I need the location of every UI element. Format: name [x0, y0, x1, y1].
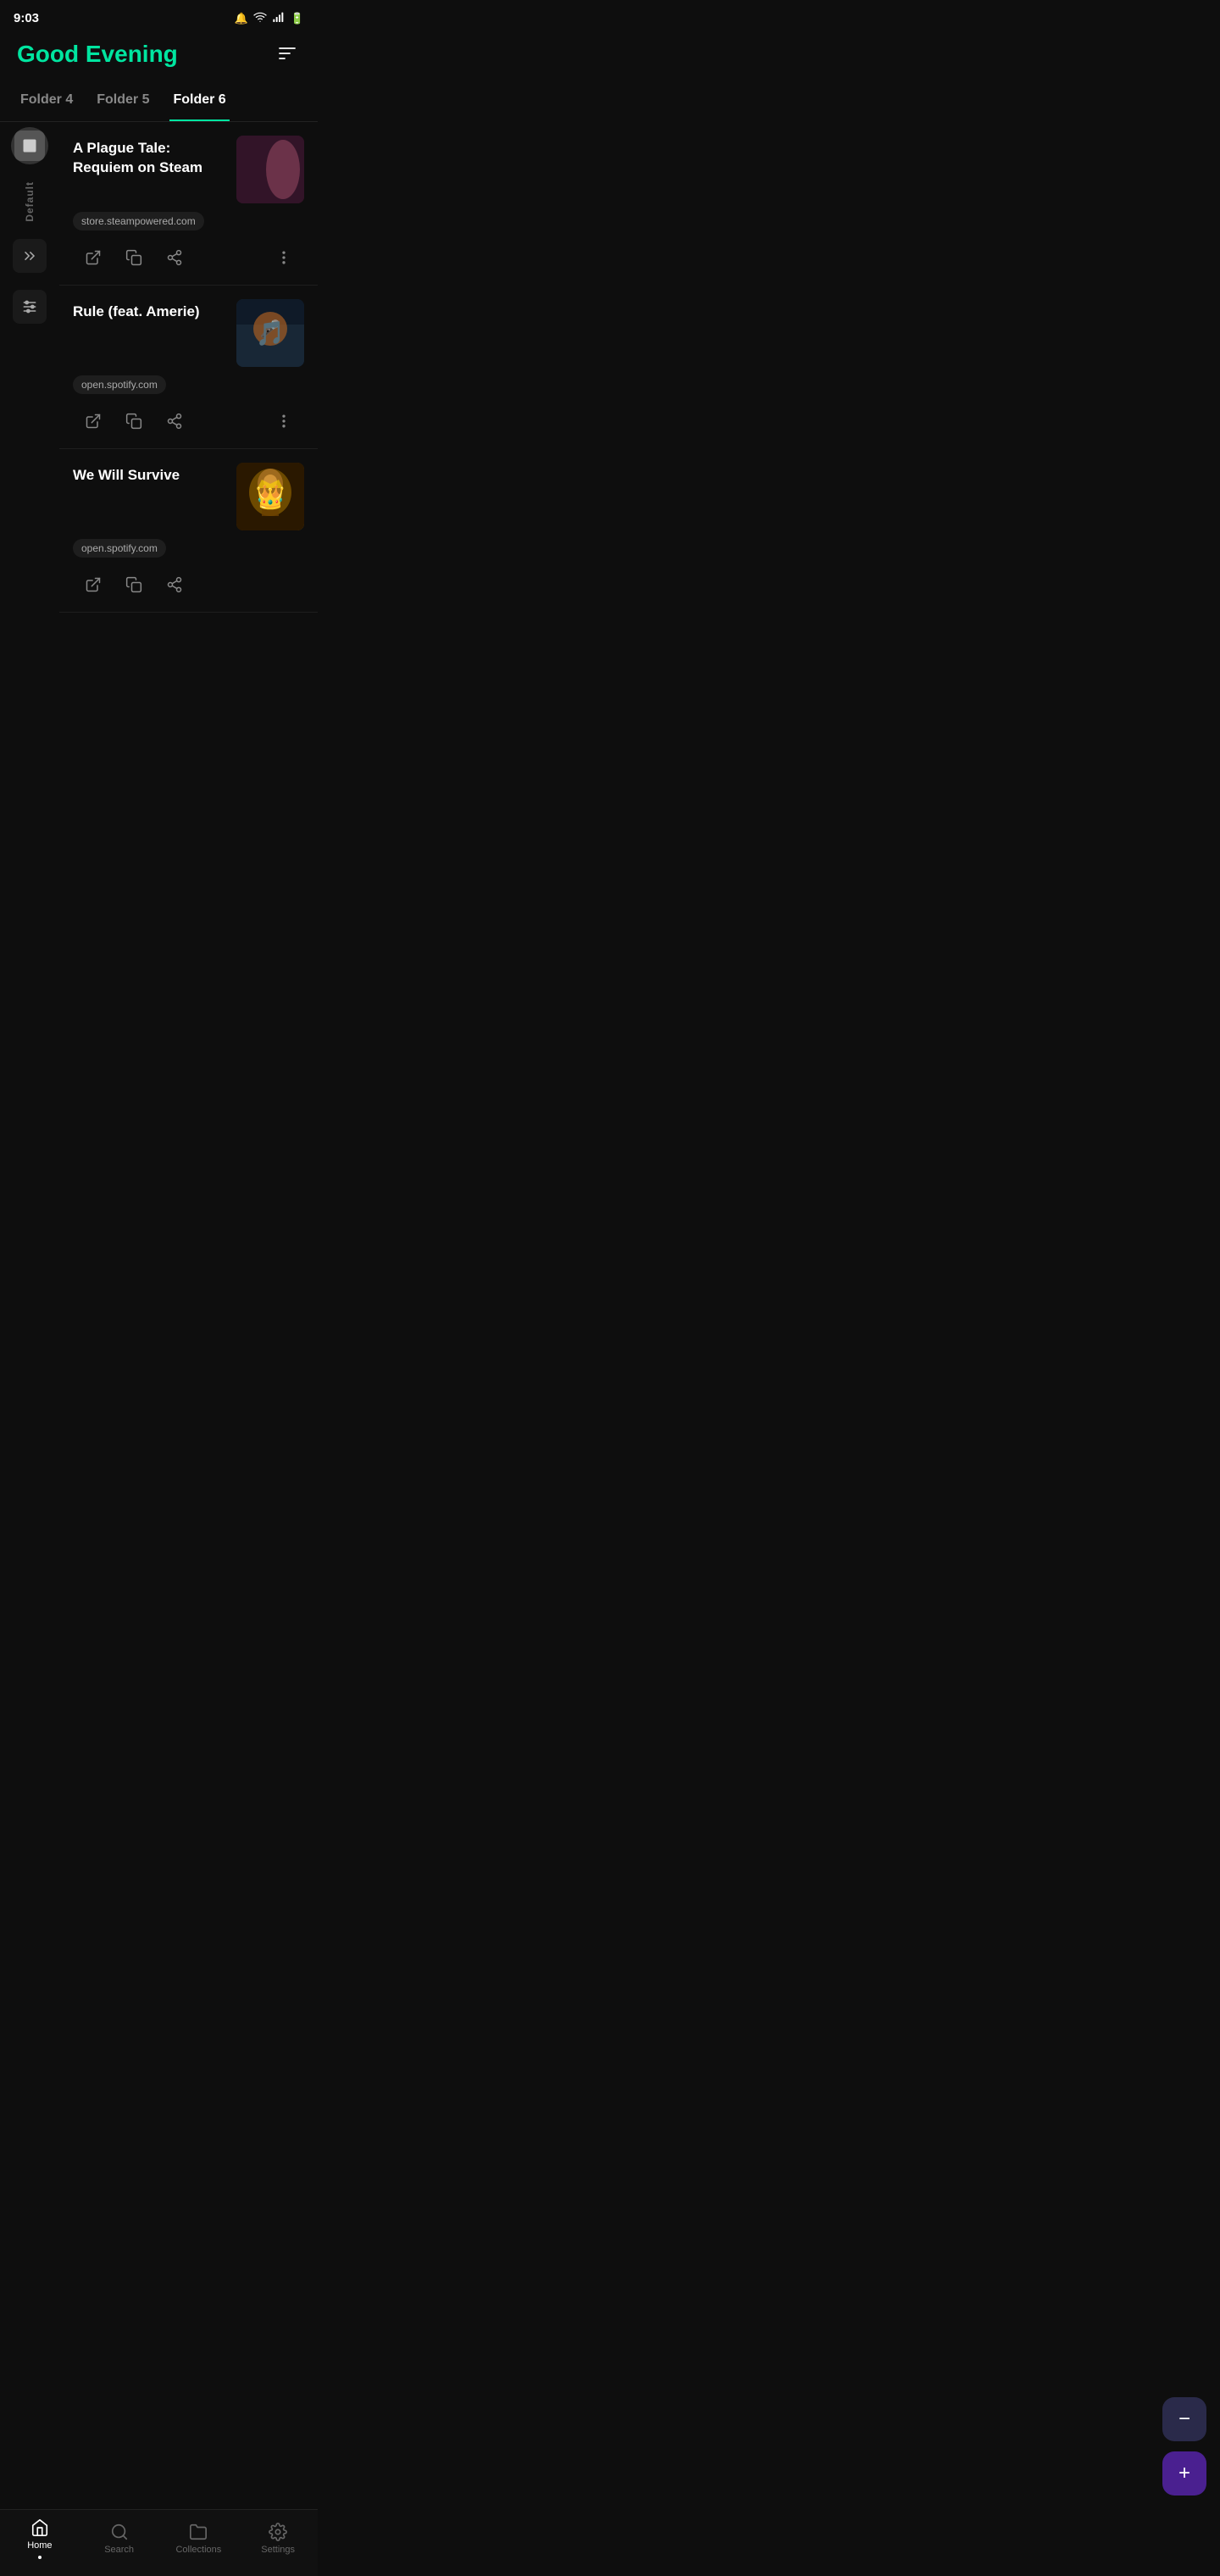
- fab-plus-button[interactable]: +: [1162, 2451, 1206, 2496]
- bookmark-thumbnail: 🎤: [236, 299, 304, 367]
- bookmark-item: Rule (feat. Amerie) 🎤 open.spotify.com: [59, 286, 318, 449]
- status-bar: 9:03 🔔 🔋: [0, 0, 318, 33]
- bookmark-title: We Will Survive: [73, 463, 226, 486]
- bookmark-domain: open.spotify.com: [73, 375, 166, 394]
- open-button[interactable]: [73, 242, 114, 273]
- svg-text:🎤: 🎤: [260, 319, 281, 339]
- nav-active-indicator: [38, 2556, 42, 2559]
- sidebar-filter-button[interactable]: [13, 290, 47, 324]
- home-icon: [30, 2518, 49, 2537]
- sidebar-label-row: Default: [24, 181, 36, 222]
- nav-item-home[interactable]: Home: [10, 2518, 69, 2559]
- nav-item-search[interactable]: Search: [90, 2523, 149, 2555]
- header: Good Evening: [0, 33, 318, 86]
- bookmark-domain: open.spotify.com: [73, 539, 166, 558]
- share-button[interactable]: [154, 242, 195, 273]
- bookmark-domain: store.steampowered.com: [73, 212, 204, 230]
- more-button[interactable]: [263, 242, 304, 273]
- bookmark-top: A Plague Tale: Requiem on Steam: [73, 136, 304, 203]
- nav-item-settings[interactable]: Settings: [248, 2523, 308, 2555]
- nav-label-search: Search: [104, 2545, 134, 2555]
- content-area: A Plague Tale: Requiem on Steam store.st…: [59, 122, 318, 697]
- more-button[interactable]: [263, 406, 304, 436]
- sidebar-avatar-row: [11, 127, 48, 164]
- page-title: Good Evening: [17, 40, 178, 69]
- bookmark-top: We Will Survive: [73, 463, 304, 530]
- avatar[interactable]: [11, 127, 48, 164]
- sidebar-label: Default: [24, 181, 36, 222]
- bookmark-title: Rule (feat. Amerie): [73, 299, 226, 322]
- nav-item-collections[interactable]: Collections: [169, 2523, 228, 2555]
- fab-minus-button[interactable]: −: [1162, 2397, 1206, 2441]
- bookmark-title: A Plague Tale: Requiem on Steam: [73, 136, 226, 178]
- open-button[interactable]: [73, 569, 114, 600]
- share-button[interactable]: [154, 569, 195, 600]
- bookmark-item: We Will Survive open.spotify.com: [59, 449, 318, 613]
- search-icon: [110, 2523, 129, 2541]
- signal-icon: [272, 10, 286, 26]
- battery-icon: 🔋: [291, 12, 304, 25]
- status-time: 9:03: [14, 11, 39, 25]
- bookmark-item: A Plague Tale: Requiem on Steam store.st…: [59, 122, 318, 286]
- status-icons: 🔔 🔋: [235, 10, 304, 26]
- tab-folder6[interactable]: Folder 6: [169, 86, 229, 121]
- wifi-icon: [253, 10, 267, 26]
- avatar-inner: [14, 130, 45, 161]
- settings-icon: [269, 2523, 287, 2541]
- tab-folder5[interactable]: Folder 5: [93, 86, 152, 121]
- notification-icon: 🔔: [235, 12, 248, 25]
- open-button[interactable]: [73, 406, 114, 436]
- filter-button[interactable]: [274, 40, 301, 72]
- fab-container: − +: [1162, 2397, 1206, 2496]
- bookmark-thumbnail: [236, 463, 304, 530]
- bookmark-actions: [73, 566, 304, 612]
- share-button[interactable]: [154, 406, 195, 436]
- nav-label-settings: Settings: [261, 2545, 295, 2555]
- sidebar-icon-button[interactable]: [13, 239, 47, 273]
- bottom-nav: Home Search Collections Settings: [0, 2509, 318, 2576]
- copy-button[interactable]: [114, 242, 154, 273]
- nav-label-home: Home: [27, 2540, 52, 2551]
- collections-icon: [189, 2523, 208, 2541]
- bookmark-top: Rule (feat. Amerie) 🎤: [73, 299, 304, 367]
- bookmark-actions: [73, 239, 304, 285]
- bookmark-actions: [73, 402, 304, 448]
- bookmark-thumbnail: [236, 136, 304, 203]
- copy-button[interactable]: [114, 569, 154, 600]
- sidebar: Default: [0, 110, 59, 2508]
- nav-label-collections: Collections: [175, 2545, 221, 2555]
- copy-button[interactable]: [114, 406, 154, 436]
